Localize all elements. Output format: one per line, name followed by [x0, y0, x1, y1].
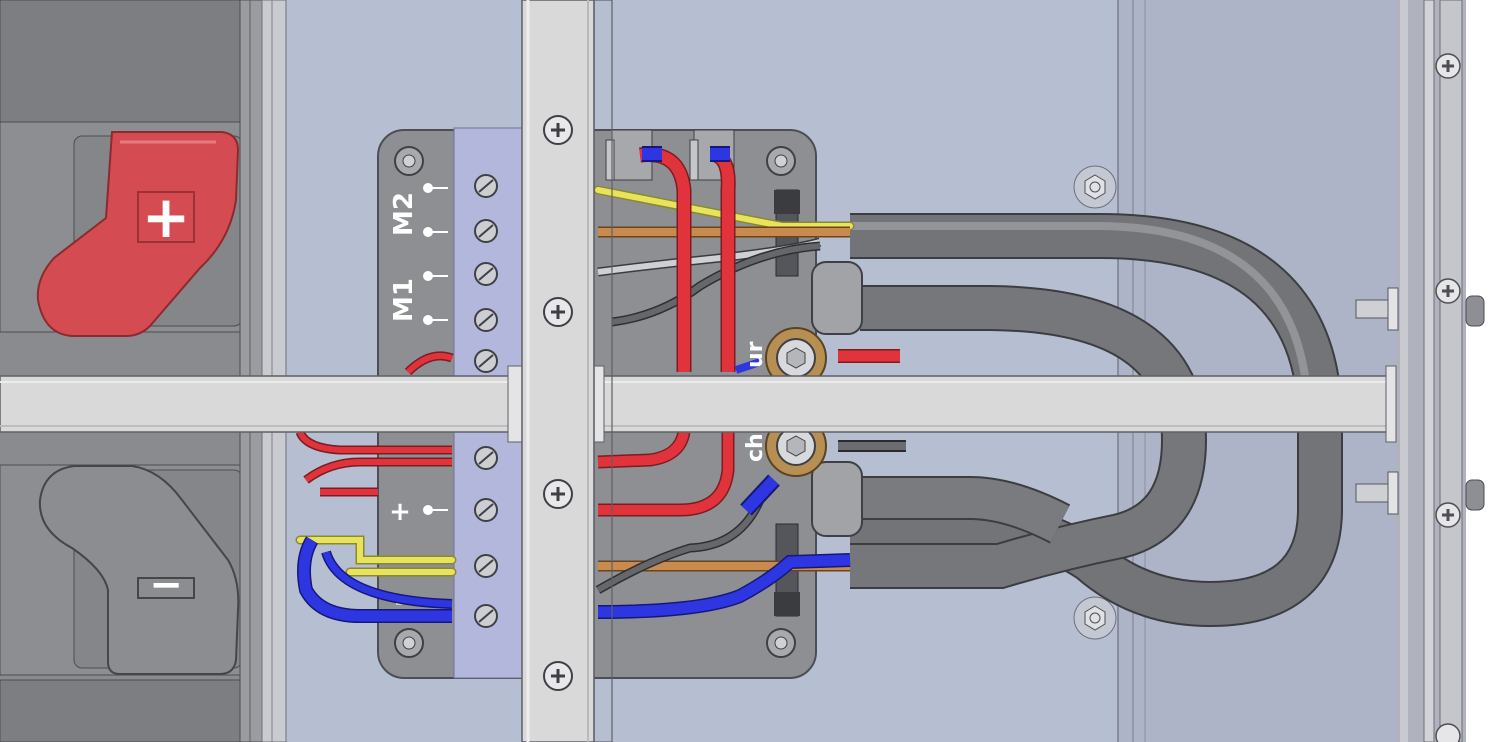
cable-gland [811, 461, 863, 537]
nut-icon [1073, 596, 1117, 640]
battery-positive-symbol: + [142, 183, 191, 251]
screw-icon [543, 479, 573, 509]
knob-icon [1465, 295, 1485, 327]
screw-icon [1435, 723, 1461, 742]
nut-icon [1073, 165, 1117, 209]
screw-icon [543, 661, 573, 691]
knob-icon [1465, 479, 1485, 511]
screw-icon [1435, 278, 1461, 304]
lug-label-lower: ch [743, 433, 768, 462]
wiring-assembly-diagram: + − M2 M1 + - ur ch [0, 0, 1510, 742]
terminal-label-m1: M1 [389, 278, 419, 322]
horizontal-rail [0, 365, 1397, 443]
terminal-label-plus: + [389, 497, 411, 527]
screw-icon [1435, 502, 1461, 528]
screw-icon [394, 628, 424, 658]
screw-icon [543, 115, 573, 145]
lug-label-upper: ur [743, 341, 768, 368]
cable-gland [811, 261, 863, 335]
battery-negative-symbol: − [149, 562, 183, 608]
screw-icon [766, 628, 796, 658]
screw-icon [766, 146, 796, 176]
screw-icon [543, 297, 573, 327]
screw-icon [1435, 53, 1461, 79]
screw-icon [394, 146, 424, 176]
terminal-label-m2: M2 [389, 192, 419, 236]
